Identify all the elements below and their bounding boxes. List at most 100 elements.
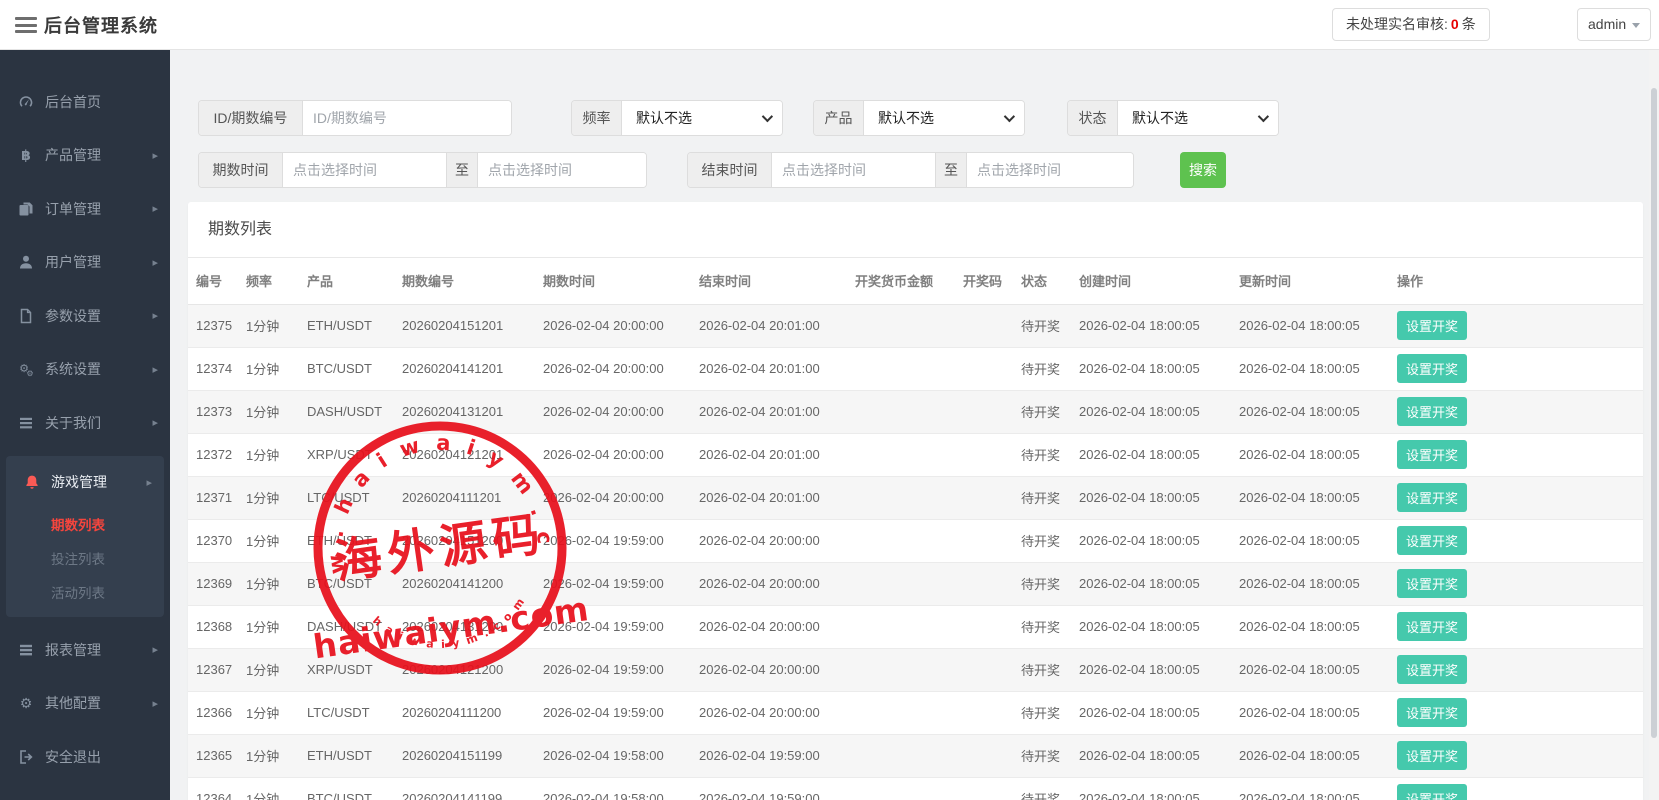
table-cell: 1分钟 (246, 476, 307, 519)
table-cell: ETH/USDT (307, 304, 402, 347)
set-lottery-button[interactable]: 设置开奖 (1397, 440, 1467, 469)
product-label: 产品 (814, 101, 864, 135)
hamburger-icon[interactable] (15, 17, 37, 33)
set-lottery-button[interactable]: 设置开奖 (1397, 397, 1467, 426)
table-cell: 12366 (188, 691, 246, 734)
issue-id-input[interactable] (303, 101, 511, 135)
audit-unit: 条 (1462, 16, 1476, 32)
set-lottery-button[interactable]: 设置开奖 (1397, 569, 1467, 598)
sidebar-item-system[interactable]: ⚙⚙系统设置▸ (0, 343, 170, 397)
table-cell: 待开奖 (1021, 433, 1079, 476)
status-select[interactable]: 默认不选 (1118, 101, 1278, 135)
sidebar-subitem-issues[interactable]: 期数列表 (6, 509, 164, 543)
table-cell: 待开奖 (1021, 777, 1079, 800)
table-cell: 待开奖 (1021, 734, 1079, 777)
table-cell: 2026-02-04 20:01:00 (699, 390, 855, 433)
table-cell (855, 304, 963, 347)
sidebar-item-orders[interactable]: 订单管理▸ (0, 182, 170, 236)
sidebar-item-label: 其他配置 (45, 693, 152, 713)
scrollbar-thumb[interactable] (1651, 88, 1657, 738)
chevron-right-icon: ▸ (152, 309, 158, 322)
table-cell: 12372 (188, 433, 246, 476)
table-cell (855, 691, 963, 734)
sidebar-subitem-bets[interactable]: 投注列表 (6, 543, 164, 577)
table-cell: 2026-02-04 20:00:00 (699, 562, 855, 605)
table-cell (963, 691, 1021, 734)
top-header: 后台管理系统 未处理实名审核:0条 admin (0, 0, 1659, 50)
table-cell (855, 562, 963, 605)
product-select[interactable]: 默认不选 (864, 101, 1024, 135)
table-cell: 2026-02-04 18:00:05 (1079, 648, 1239, 691)
table-cell: DASH/USDT (307, 390, 402, 433)
sidebar-item-about[interactable]: 关于我们▸ (0, 396, 170, 450)
table-cell-actions: 设置开奖 (1397, 691, 1643, 734)
column-header: 开奖货币金额 (855, 258, 963, 304)
table-cell: 2026-02-04 19:59:00 (543, 562, 699, 605)
bell-icon (22, 473, 42, 491)
set-lottery-button[interactable]: 设置开奖 (1397, 612, 1467, 641)
table-cell: 2026-02-04 18:00:05 (1239, 605, 1397, 648)
table-cell: 2026-02-04 20:00:00 (543, 433, 699, 476)
sidebar-item-game[interactable]: 游戏管理▸ (6, 456, 164, 510)
user-menu[interactable]: admin (1577, 8, 1651, 41)
table-cell-actions: 设置开奖 (1397, 390, 1643, 433)
set-lottery-button[interactable]: 设置开奖 (1397, 354, 1467, 383)
status-label: 状态 (1068, 101, 1118, 135)
file-icon (16, 307, 36, 325)
set-lottery-button[interactable]: 设置开奖 (1397, 741, 1467, 770)
filter-product: 产品 默认不选 (813, 100, 1025, 136)
table-cell: LTC/USDT (307, 691, 402, 734)
table-cell: 待开奖 (1021, 605, 1079, 648)
set-lottery-button[interactable]: 设置开奖 (1397, 311, 1467, 340)
table-cell: 1分钟 (246, 304, 307, 347)
copy-icon (16, 200, 36, 218)
table-cell: 2026-02-04 20:00:00 (699, 691, 855, 734)
table-cell: 2026-02-04 18:00:05 (1079, 433, 1239, 476)
sidebar-item-reports[interactable]: 报表管理▸ (0, 623, 170, 677)
table-row: 123651分钟ETH/USDT202602041511992026-02-04… (188, 734, 1643, 777)
search-button[interactable]: 搜索 (1180, 152, 1226, 188)
table-cell (855, 347, 963, 390)
issue-time-to-input[interactable] (478, 153, 646, 187)
set-lottery-button[interactable]: 设置开奖 (1397, 784, 1467, 800)
frequency-select[interactable]: 默认不选 (622, 101, 782, 135)
table-cell: 2026-02-04 20:00:00 (699, 519, 855, 562)
table-cell: 20260204141200 (402, 562, 543, 605)
sidebar-item-dashboard[interactable]: 后台首页 (0, 75, 170, 129)
set-lottery-button[interactable]: 设置开奖 (1397, 526, 1467, 555)
sidebar-item-users[interactable]: 用户管理▸ (0, 236, 170, 290)
table-row: 123691分钟BTC/USDT202602041412002026-02-04… (188, 562, 1643, 605)
end-time-from-input[interactable] (772, 153, 935, 187)
table-cell: XRP/USDT (307, 433, 402, 476)
pending-audit-badge[interactable]: 未处理实名审核:0条 (1332, 8, 1490, 41)
table-cell: 2026-02-04 18:00:05 (1079, 777, 1239, 800)
table-cell: 12375 (188, 304, 246, 347)
table-cell: 2026-02-04 20:01:00 (699, 433, 855, 476)
table-cell: 待开奖 (1021, 347, 1079, 390)
filter-frequency: 频率 默认不选 (571, 100, 783, 136)
table-cell (963, 648, 1021, 691)
set-lottery-button[interactable]: 设置开奖 (1397, 655, 1467, 684)
table-row: 123661分钟LTC/USDT202602041112002026-02-04… (188, 691, 1643, 734)
table-cell: XRP/USDT (307, 648, 402, 691)
set-lottery-button[interactable]: 设置开奖 (1397, 698, 1467, 727)
list-icon (16, 414, 36, 432)
scrollbar[interactable] (1649, 50, 1659, 800)
table-cell: 20260204111200 (402, 691, 543, 734)
sidebar-item-logout[interactable]: 安全退出 (0, 730, 170, 784)
filter-issue-time: 期数时间 至 (198, 152, 647, 188)
end-time-to-input[interactable] (967, 153, 1133, 187)
issue-time-from-input[interactable] (283, 153, 446, 187)
table-cell: 20260204151200 (402, 519, 543, 562)
table-cell: 待开奖 (1021, 691, 1079, 734)
table-cell: 12373 (188, 390, 246, 433)
sidebar-item-other[interactable]: ⚙其他配置▸ (0, 677, 170, 731)
sidebar-subitem-activities[interactable]: 活动列表 (6, 577, 164, 611)
sidebar-item-products[interactable]: ฿产品管理▸ (0, 129, 170, 183)
sidebar-item-params[interactable]: 参数设置▸ (0, 289, 170, 343)
chevron-right-icon: ▸ (152, 643, 158, 656)
table-row: 123711分钟LTC/USDT202602041112012026-02-04… (188, 476, 1643, 519)
table-cell: 1分钟 (246, 605, 307, 648)
set-lottery-button[interactable]: 设置开奖 (1397, 483, 1467, 512)
table-cell: 2026-02-04 19:59:00 (699, 734, 855, 777)
